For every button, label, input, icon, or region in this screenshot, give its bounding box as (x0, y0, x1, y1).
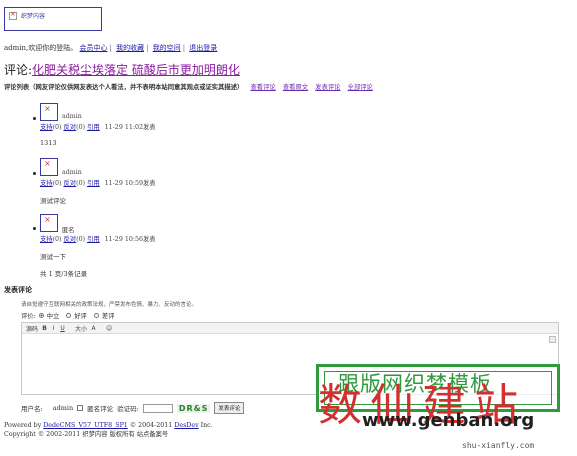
post-notice: 请自觉遵守互联网相关的政策法规，严禁发布色情、暴力、反动的言论。 (21, 302, 198, 308)
link-view-original[interactable]: 查看原文 (283, 84, 308, 91)
nav-member-center[interactable]: 会员中心 (80, 44, 108, 52)
comment-form-footer: 用户名: admin 匿名评论 验证码: DR&S 发表评论 (21, 402, 245, 414)
link-view-comments[interactable]: 查看评论 (250, 84, 275, 91)
broken-image-icon (9, 10, 17, 20)
oppose-link[interactable]: 反对 (64, 124, 77, 131)
anonymous-label: 匿名评论 (87, 405, 114, 413)
quote-link[interactable]: 引用 (87, 236, 100, 243)
support-link[interactable]: 支持 (40, 180, 53, 187)
rating-group: 评价: 中立 好评 差评 (21, 313, 115, 320)
site-logo[interactable]: 织梦内容 (4, 7, 102, 31)
nav-logout[interactable]: 退出登录 (189, 44, 217, 52)
comment-meta: 支持(0) 反对(0) 引用 11-29 10:59发表 (40, 180, 156, 187)
rating-neutral-radio[interactable] (38, 313, 44, 318)
user-nav: admin,欢迎你的登陆。 会员中心 | 我的收藏 | 我的空间 | 退出登录 (4, 44, 218, 52)
quote-link[interactable]: 引用 (87, 180, 100, 187)
captcha-input[interactable] (142, 403, 173, 413)
company-link[interactable]: DesDev (174, 422, 198, 429)
comment-date: 11-29 10:59发表 (104, 180, 156, 187)
dedecms-link[interactable]: DedeCMS_V57_UTF8_SP1 (43, 422, 128, 429)
nav-favorites[interactable]: 我的收藏 (116, 44, 144, 52)
emoji-button[interactable]: ☺ (106, 325, 112, 332)
comment-meta: 支持(0) 反对(0) 引用 11-29 11:02发表 (40, 124, 156, 131)
captcha-label: 验证码: (117, 405, 139, 413)
link-post-comment[interactable]: 发表评论 (315, 84, 340, 91)
list-bullet (33, 117, 36, 120)
rating-good-radio[interactable] (66, 313, 72, 318)
nav-my-space[interactable]: 我的空间 (153, 44, 181, 52)
anonymous-checkbox[interactable] (77, 405, 84, 411)
italic-button[interactable]: I (51, 325, 56, 332)
submit-comment-button[interactable]: 发表评论 (214, 402, 245, 414)
comment-list-header: 评论列表（网友评论仅供网友表达个人看法，并不表明本站同意其观点或证实其描述） 查… (4, 82, 373, 91)
watermark-url: www.genban.org (362, 410, 535, 431)
bold-button[interactable]: B (42, 325, 47, 332)
post-comment-heading: 发表评论 (4, 285, 32, 294)
pagination-info: 共 1 页/3条记录 (40, 270, 88, 278)
page-footer: Powered by DedeCMS_V57_UTF8_SP1 © 2004-2… (4, 421, 213, 439)
comment-username: 匿名 (62, 227, 75, 234)
comment-date: 11-29 10:56发表 (104, 236, 156, 243)
welcome-text: admin,欢迎你的登陆。 (4, 44, 78, 52)
comment-text: 1313 (40, 139, 57, 147)
rating-label: 评价: (21, 313, 36, 320)
comment-username: admin (62, 169, 82, 176)
editor-resize-handle[interactable] (549, 336, 556, 343)
username-label: 用户名: (21, 405, 43, 413)
rating-bad-radio[interactable] (93, 313, 99, 318)
page-title: 评论:化肥关税尘埃落定 硫酸后市更加明朗化 (4, 61, 240, 78)
comment-text: 测试评论 (40, 197, 66, 205)
article-title-link[interactable]: 化肥关税尘埃落定 硫酸后市更加明朗化 (32, 63, 240, 77)
title-prefix: 评论: (4, 63, 33, 77)
comment-meta: 支持(0) 反对(0) 引用 11-29 10:56发表 (40, 236, 156, 243)
oppose-link[interactable]: 反对 (64, 236, 77, 243)
support-link[interactable]: 支持 (40, 124, 53, 131)
avatar (40, 158, 58, 176)
captcha-image[interactable]: DR&S (176, 403, 211, 413)
copyright-line: Copyright © 2002-2011 织梦内容 版权所有 站点备案号 (4, 431, 169, 438)
avatar (40, 103, 58, 121)
oppose-link[interactable]: 反对 (64, 180, 77, 187)
comment-date: 11-29 11:02发表 (104, 124, 156, 131)
powered-by-line: Powered by DedeCMS_V57_UTF8_SP1 © 2004-2… (4, 422, 213, 429)
font-color-button[interactable]: A (91, 325, 96, 332)
source-button[interactable]: 源码 (26, 324, 38, 333)
comment-text: 测试一下 (40, 253, 66, 261)
underline-button[interactable]: U (60, 325, 65, 332)
username-value: admin (52, 404, 74, 412)
link-all-comments[interactable]: 全部评论 (348, 84, 373, 91)
font-size-button[interactable]: 大小 (75, 324, 87, 333)
list-bullet (33, 227, 36, 230)
comment-list-heading: 评论列表（网友评论仅供网友表达个人看法，并不表明本站同意其观点或证实其描述） (4, 84, 244, 91)
quote-link[interactable]: 引用 (87, 124, 100, 131)
support-link[interactable]: 支持 (40, 236, 53, 243)
logo-alt-text: 织梦内容 (21, 13, 46, 20)
list-bullet (33, 172, 36, 175)
editor-toolbar: 源码 B I U 大小 A ☺ (22, 323, 558, 334)
watermark-small-url: shu-xianfly.com (462, 441, 535, 450)
comment-username: admin (62, 113, 82, 120)
avatar (40, 214, 58, 232)
